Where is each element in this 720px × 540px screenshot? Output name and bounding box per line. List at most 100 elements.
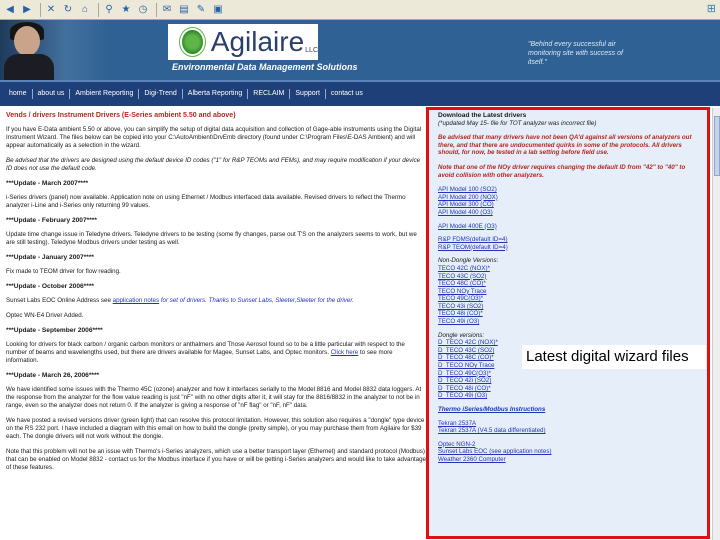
nav-contact-us[interactable]: contact us <box>326 89 368 99</box>
photo-face <box>14 26 40 56</box>
vertical-scrollbar[interactable] <box>712 108 720 540</box>
main-nav: home about us Ambient Reporting Digi-Tre… <box>0 80 720 106</box>
logo-suffix: LLC <box>305 46 318 54</box>
update-title: ***Update - September 2006**** <box>6 327 103 334</box>
driver-download-link[interactable]: Weather 2360 Computer <box>438 456 700 464</box>
driver-download-link[interactable]: TECO NOy Trace <box>438 288 700 296</box>
driver-download-link[interactable]: D_TECO 42i (SO2) <box>438 377 700 385</box>
stop-icon[interactable]: ✕ <box>44 3 58 17</box>
nav-alberta-reporting[interactable]: Alberta Reporting <box>183 89 249 99</box>
content-heading: Vends / drivers Instrument Drivers (E-Se… <box>6 112 236 119</box>
update-title: ***Update - January 2007**** <box>6 254 94 261</box>
update-body: We have posted a revised versions driver… <box>6 417 425 440</box>
home-icon[interactable]: ⌂ <box>78 3 92 17</box>
toolbar-separator <box>156 2 157 17</box>
overlay-caption: Latest digital wizard files <box>522 345 706 369</box>
update-body: We have identified some issues with the … <box>6 386 422 409</box>
driver-download-link[interactable]: Optec NGN-2 <box>438 441 700 449</box>
update-body: Sunset Labs EOC Online Address see appli… <box>6 297 426 305</box>
driver-download-link[interactable]: D_TECO 49C(O3)* <box>438 370 700 378</box>
driver-group-tekran: Tekran 2537A Tekran 2537A (V4.5 data diff… <box>438 420 700 435</box>
header-quote: "Behind every successful air monitoring … <box>528 41 623 66</box>
driver-group-nondongle: TECO 42C (NOX)* TECO 43C (SO2) TECO 48C (C… <box>438 265 700 326</box>
driver-download-link[interactable]: TECO 43C (SO2) <box>438 273 700 281</box>
toolbar-separator <box>98 2 99 17</box>
driver-download-link[interactable]: API Model 400E (O3) <box>438 223 700 231</box>
downloads-title: Download the Latest drivers <box>438 112 527 119</box>
driver-download-link[interactable]: Sunset Labs EOC (see application notes) <box>438 448 700 456</box>
windows-logo-icon: ⊞ <box>706 3 716 15</box>
nav-ambient-reporting[interactable]: Ambient Reporting <box>70 89 140 99</box>
driver-download-link[interactable]: R&P FDMS(default ID=4) <box>438 236 700 244</box>
downloads-note: Note that one of the NOy driver requires… <box>438 163 686 179</box>
update-body: Optec WN-E4 Driver Added. <box>6 312 84 319</box>
driver-group-api: API Model 100 (SO2) API Model 200 (NOX) AP… <box>438 186 700 216</box>
main-content: Vends / drivers Instrument Drivers (E-Se… <box>6 110 426 540</box>
note-paragraph: Be advised that the drivers are designed… <box>6 157 421 172</box>
driver-group-other: Optec NGN-2 Sunset Labs EOC (see applicat… <box>438 441 700 464</box>
application-notes-link[interactable]: application notes <box>113 297 159 304</box>
update-title: ***Update - February 2007**** <box>6 217 97 224</box>
update-title: ***Update - March 2007**** <box>6 180 89 187</box>
driver-download-link[interactable]: TECO 43i (SO2) <box>438 303 700 311</box>
driver-download-link[interactable]: TECO 42C (NOX)* <box>438 265 700 273</box>
update-body-text: Sunset Labs EOC Online Address see <box>6 297 111 304</box>
modbus-instructions-link[interactable]: Thermo iSeries/Modbus Instructions <box>438 406 700 414</box>
logo-text: Agilaire <box>210 26 305 57</box>
site-logo[interactable]: Agilaire LLC <box>168 24 318 60</box>
update-title: ***Update - October 2006**** <box>6 283 94 290</box>
intro-paragraph: If you have E-Data ambient 5.50 or above… <box>6 126 422 149</box>
search-icon[interactable]: ⚲ <box>102 3 116 17</box>
driver-download-link[interactable]: API Model 400 (O3) <box>438 209 700 217</box>
driver-download-link[interactable]: R&P TEOM(default ID=4) <box>438 244 700 252</box>
print-icon[interactable]: ▤ <box>177 3 191 17</box>
update-body: i-Series drivers (panel) now available. … <box>6 194 406 209</box>
downloads-sidebar: Download the Latest drivers (*updated Ma… <box>428 108 708 538</box>
update-title: ***Update - March 26, 2006**** <box>6 372 100 379</box>
driver-download-link[interactable]: TECO 48i (CO)* <box>438 310 700 318</box>
edit-icon[interactable]: ✎ <box>194 3 208 17</box>
favorites-icon[interactable]: ★ <box>119 3 133 17</box>
downloads-list: Download the Latest drivers (*updated Ma… <box>428 108 708 464</box>
header-tagline: Environmental Data Management Solutions <box>172 62 358 72</box>
page-root: ◀ ▶ ✕ ↻ ⌂ ⚲ ★ ◷ ✉ ▤ ✎ ▣ ⊞ Agilaire LLC E… <box>0 0 720 540</box>
driver-download-link[interactable]: API Model 200 (NOX) <box>438 194 700 202</box>
scroll-thumb[interactable] <box>714 116 720 176</box>
site-header: Agilaire LLC Environmental Data Manageme… <box>0 20 720 80</box>
header-photo <box>0 20 110 80</box>
nav-reclaim[interactable]: RECLAIM <box>248 89 291 99</box>
update-body-tail: for set of drivers. Thanks to Sunset Lab… <box>160 297 354 304</box>
driver-download-link[interactable]: TECO 48C (CO)* <box>438 280 700 288</box>
history-icon[interactable]: ◷ <box>136 3 150 17</box>
nav-about-us[interactable]: about us <box>33 89 71 99</box>
nav-home[interactable]: home <box>4 89 33 99</box>
update-body: Fix made to TEOM driver for flow reading… <box>6 268 121 275</box>
update-body: Update time change issue in Teledyne dri… <box>6 231 417 246</box>
photo-body <box>4 54 54 80</box>
downloads-subtitle: (*updated May 15- file for TOT analyzer … <box>438 119 597 127</box>
logo-sun-icon <box>182 30 203 54</box>
driver-download-link[interactable]: TECO 49C(O3)* <box>438 295 700 303</box>
update-body: Looking for drivers for black carbon / o… <box>6 341 426 365</box>
driver-download-link[interactable]: Tekran 2537A (V4.5 data differentiated) <box>438 427 700 435</box>
forward-icon[interactable]: ▶ <box>20 3 34 17</box>
driver-download-link[interactable]: D_TECO 48i (CO)* <box>438 385 700 393</box>
driver-download-link[interactable]: D_TECO 49i (O3) <box>438 392 700 400</box>
downloads-warning: Be advised that many drivers have not be… <box>438 134 692 157</box>
driver-download-link[interactable]: API Model 300 (CO) <box>438 201 700 209</box>
nondongle-label: Non-Dongle Versions: <box>438 257 499 265</box>
update-body: Note that this problem will not be an is… <box>6 448 426 471</box>
driver-group-api-e: API Model 400E (O3) <box>438 223 700 231</box>
driver-download-link[interactable]: TECO 49i (O3) <box>438 318 700 326</box>
nav-digi-trend[interactable]: Digi-Trend <box>139 89 183 99</box>
back-icon[interactable]: ◀ <box>3 3 17 17</box>
nav-support[interactable]: Support <box>290 89 326 99</box>
driver-download-link[interactable]: Tekran 2537A <box>438 420 700 428</box>
refresh-icon[interactable]: ↻ <box>61 3 75 17</box>
mail-icon[interactable]: ✉ <box>160 3 174 17</box>
click-here-link[interactable]: Click here <box>331 349 359 356</box>
dongle-label: Dongle versions: <box>438 331 485 339</box>
browser-toolbar: ◀ ▶ ✕ ↻ ⌂ ⚲ ★ ◷ ✉ ▤ ✎ ▣ ⊞ <box>0 0 720 20</box>
driver-download-link[interactable]: API Model 100 (SO2) <box>438 186 700 194</box>
discuss-icon[interactable]: ▣ <box>211 3 225 17</box>
